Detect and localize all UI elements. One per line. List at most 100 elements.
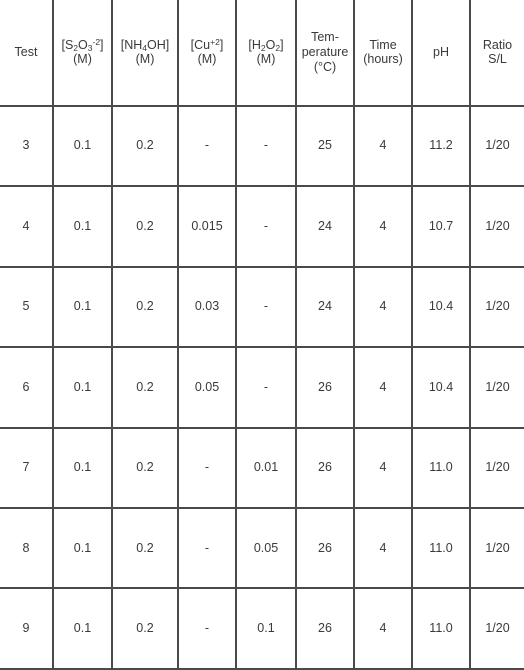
- column-header-ratio: Ratio S/L: [470, 0, 524, 107]
- column-header-time: Time (hours): [354, 0, 413, 107]
- column-header-test-label: Test: [14, 44, 38, 59]
- cell-test: 9: [0, 588, 54, 670]
- cell-peroxide: 0.05: [236, 507, 297, 590]
- cell-ratio: 1/20: [470, 507, 524, 590]
- cell-ph: 11.0: [412, 588, 471, 670]
- formula-part: ]: [219, 37, 224, 52]
- cell-time: 4: [354, 427, 413, 509]
- cell-time: 4: [354, 105, 413, 188]
- cell-thiosulfate: 0.1: [53, 507, 113, 590]
- column-header-copper: [Cu+2] (M): [178, 0, 237, 107]
- cell-test: 7: [0, 427, 54, 509]
- cell-test: 6: [0, 347, 54, 429]
- cell-thiosulfate: 0.1: [53, 427, 113, 509]
- cell-test: 5: [0, 266, 54, 349]
- cell-temperature: 25: [296, 105, 355, 188]
- table-row: 4 0.1 0.2 0.015 - 24 4 10.7 1/20: [0, 186, 524, 268]
- cell-ph: 11.0: [412, 427, 471, 509]
- cell-peroxide: 0.01: [236, 427, 297, 509]
- formula-part: ]: [100, 37, 104, 52]
- cell-ratio: 1/20: [470, 588, 524, 670]
- column-header-ph-label: pH: [433, 44, 449, 59]
- cell-ratio: 1/20: [470, 105, 524, 188]
- column-header-thiosulfate: [S2O3-2] (M): [53, 0, 113, 107]
- cell-copper: 0.03: [178, 266, 237, 349]
- column-header-copper-unit: (M): [197, 52, 217, 67]
- cell-copper: -: [178, 588, 237, 670]
- cell-time: 4: [354, 266, 413, 349]
- cell-ammonia: 0.2: [112, 427, 179, 509]
- cell-copper: 0.05: [178, 347, 237, 429]
- cell-thiosulfate: 0.1: [53, 588, 113, 670]
- column-header-peroxide-formula: [H2O2]: [248, 38, 283, 52]
- column-header-temperature-unit: (°C): [313, 59, 337, 74]
- cell-ph: 10.7: [412, 186, 471, 268]
- column-header-temperature-line2: perature: [301, 44, 349, 59]
- column-header-ammonia-unit: (M): [135, 52, 155, 67]
- table-row: 6 0.1 0.2 0.05 - 26 4 10.4 1/20: [0, 347, 524, 429]
- formula-part: [NH: [120, 37, 143, 52]
- cell-copper: -: [178, 427, 237, 509]
- formula-part: ]: [280, 37, 284, 52]
- cell-peroxide: -: [236, 347, 297, 429]
- formula-part: O: [78, 37, 88, 52]
- cell-ammonia: 0.2: [112, 105, 179, 188]
- cell-temperature: 26: [296, 427, 355, 509]
- cell-thiosulfate: 0.1: [53, 266, 113, 349]
- experiment-conditions-table: Test [S2O3-2] (M) [NH4OH] (M) [Cu+2] (M)…: [0, 0, 524, 670]
- cell-temperature: 26: [296, 588, 355, 670]
- table-row: 9 0.1 0.2 - 0.1 26 4 11.0 1/20: [0, 588, 524, 670]
- cell-temperature: 24: [296, 266, 355, 349]
- cell-ammonia: 0.2: [112, 347, 179, 429]
- column-header-time-label: Time: [369, 37, 397, 52]
- column-header-ammonia: [NH4OH] (M): [112, 0, 179, 107]
- column-header-peroxide-unit: (M): [256, 52, 276, 67]
- cell-ammonia: 0.2: [112, 588, 179, 670]
- cell-temperature: 26: [296, 507, 355, 590]
- formula-part: [Cu: [190, 37, 211, 52]
- cell-ph: 11.2: [412, 105, 471, 188]
- column-header-temperature: Tem- perature (°C): [296, 0, 355, 107]
- column-header-ratio-line2: S/L: [488, 52, 507, 67]
- cell-time: 4: [354, 186, 413, 268]
- formula-part: OH]: [147, 37, 170, 52]
- cell-peroxide: 0.1: [236, 588, 297, 670]
- cell-ammonia: 0.2: [112, 266, 179, 349]
- cell-copper: 0.015: [178, 186, 237, 268]
- cell-time: 4: [354, 507, 413, 590]
- formula-part: [H: [248, 37, 261, 52]
- column-header-thiosulfate-unit: (M): [73, 52, 92, 67]
- formula-part: [S: [61, 37, 74, 52]
- cell-peroxide: -: [236, 186, 297, 268]
- cell-time: 4: [354, 347, 413, 429]
- column-header-time-unit: (hours): [363, 52, 403, 67]
- column-header-thiosulfate-formula: [S2O3-2]: [61, 38, 103, 52]
- cell-ph: 10.4: [412, 347, 471, 429]
- cell-time: 4: [354, 588, 413, 670]
- cell-ammonia: 0.2: [112, 507, 179, 590]
- table-header-row: Test [S2O3-2] (M) [NH4OH] (M) [Cu+2] (M)…: [0, 0, 524, 107]
- cell-copper: -: [178, 507, 237, 590]
- cell-copper: -: [178, 105, 237, 188]
- column-header-copper-formula: [Cu+2]: [191, 38, 224, 52]
- formula-superscript: +2: [210, 36, 220, 47]
- column-header-ammonia-formula: [NH4OH]: [121, 38, 170, 52]
- cell-thiosulfate: 0.1: [53, 105, 113, 188]
- cell-ratio: 1/20: [470, 266, 524, 349]
- table-row: 5 0.1 0.2 0.03 - 24 4 10.4 1/20: [0, 266, 524, 349]
- cell-temperature: 26: [296, 347, 355, 429]
- column-header-ph: pH: [412, 0, 471, 107]
- column-header-temperature-line1: Tem-: [311, 30, 339, 45]
- cell-peroxide: -: [236, 266, 297, 349]
- cell-test: 4: [0, 186, 54, 268]
- cell-peroxide: -: [236, 105, 297, 188]
- formula-superscript: -2: [92, 36, 101, 47]
- cell-ratio: 1/20: [470, 186, 524, 268]
- cell-temperature: 24: [296, 186, 355, 268]
- cell-test: 8: [0, 507, 54, 590]
- cell-ratio: 1/20: [470, 347, 524, 429]
- column-header-test: Test: [0, 0, 54, 107]
- column-header-ratio-line1: Ratio: [482, 37, 513, 52]
- table-row: 7 0.1 0.2 - 0.01 26 4 11.0 1/20: [0, 427, 524, 509]
- table-row: 8 0.1 0.2 - 0.05 26 4 11.0 1/20: [0, 507, 524, 590]
